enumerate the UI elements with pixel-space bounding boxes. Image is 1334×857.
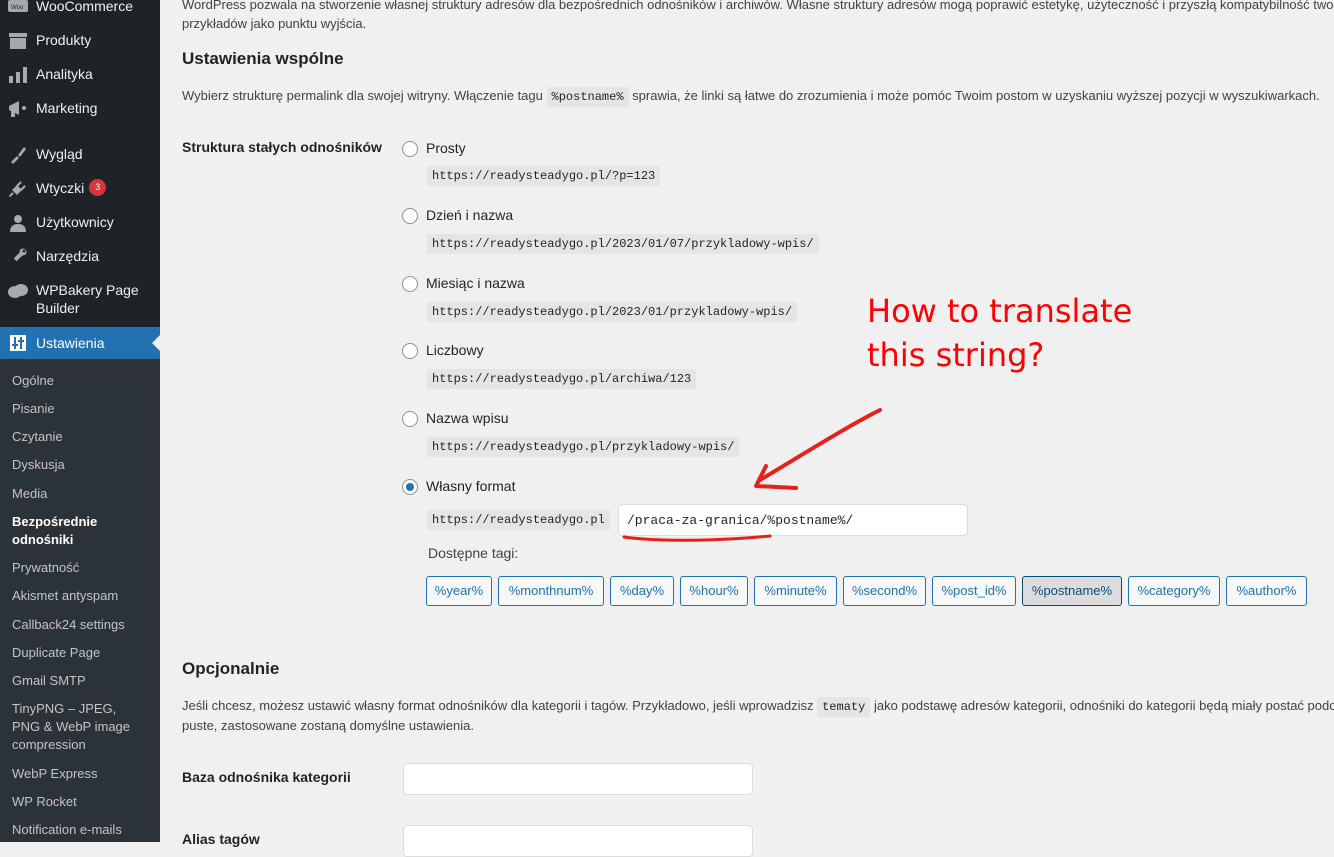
menu-label: Ustawienia [36,335,105,351]
admin-sidebar: Woo WooCommerce Produkty Analityka Marke… [0,0,160,842]
main-content: WordPress pozwala na stworzenie własnej … [160,0,1334,857]
menu-item-appearance[interactable]: Wygląd [0,145,160,165]
submenu-item-gmail-smtp[interactable]: Gmail SMTP [12,672,152,690]
settings-submenu: Ogólne Pisanie Czytanie Dyskusja Media B… [0,359,160,842]
menu-label: Narzędzia [36,248,100,264]
menu-item-tools[interactable]: Narzędzia [0,247,160,267]
tools-icon [8,247,28,267]
users-icon [8,213,28,233]
submenu-item-discussion[interactable]: Dyskusja [12,456,152,474]
menu-item-settings[interactable]: Ustawienia [0,327,160,359]
submenu-item-callback24[interactable]: Callback24 settings [12,616,152,634]
annotation-drawing [622,408,882,542]
settings-icon [8,333,28,353]
menu-label: Użytkownicy [36,214,114,230]
svg-text:Woo: Woo [11,5,24,11]
menu-label: Wygląd [36,146,83,162]
menu-item-plugins[interactable]: Wtyczki 3 [0,179,160,199]
menu-label: WooCommerce [36,0,133,14]
submenu-item-wp-rocket[interactable]: WP Rocket [12,793,152,811]
submenu-item-general[interactable]: Ogólne [12,372,152,390]
menu-label: Produkty [36,32,92,48]
submenu-item-permalinks[interactable]: Bezpośrednie odnośniki [12,513,112,549]
analytics-icon [8,65,28,85]
menu-item-products[interactable]: Produkty [0,31,160,51]
menu-label: Wtyczki [36,180,85,196]
submenu-item-privacy[interactable]: Prywatność [12,559,152,577]
update-count-badge: 3 [89,179,107,196]
marketing-icon [8,99,28,119]
annotation-arrow-icon [758,408,882,482]
menu-label: Analityka [36,66,93,82]
menu-item-woocommerce[interactable]: Woo WooCommerce [0,0,160,17]
submenu-item-webp-express[interactable]: WebP Express [12,765,152,783]
submenu-item-reading[interactable]: Czytanie [12,428,152,446]
menu-label: WPBakery Page Builder [36,282,139,316]
products-icon [8,31,28,51]
menu-label: Marketing [36,100,98,116]
menu-item-marketing[interactable]: Marketing [0,99,160,119]
wpbakery-icon [8,281,28,301]
submenu-item-tinypng[interactable]: TinyPNG – JPEG, PNG & WebP image compres… [12,700,147,754]
menu-item-users[interactable]: Użytkownicy [0,213,160,233]
menu-item-wpbakery[interactable]: WPBakery Page Builder [0,281,160,317]
submenu-item-notification-emails[interactable]: Notification e-mails [12,821,152,839]
annotation-underline-icon [622,534,772,542]
submenu-item-media[interactable]: Media [12,485,152,503]
submenu-item-duplicate-page[interactable]: Duplicate Page [12,644,152,662]
current-menu-arrow [152,335,160,351]
woocommerce-icon: Woo [8,0,28,17]
appearance-icon [8,145,28,165]
submenu-item-akismet[interactable]: Akismet antyspam [12,587,152,605]
submenu-item-writing[interactable]: Pisanie [12,400,152,418]
plugins-icon [8,179,28,199]
menu-item-analytics[interactable]: Analityka [0,65,160,85]
